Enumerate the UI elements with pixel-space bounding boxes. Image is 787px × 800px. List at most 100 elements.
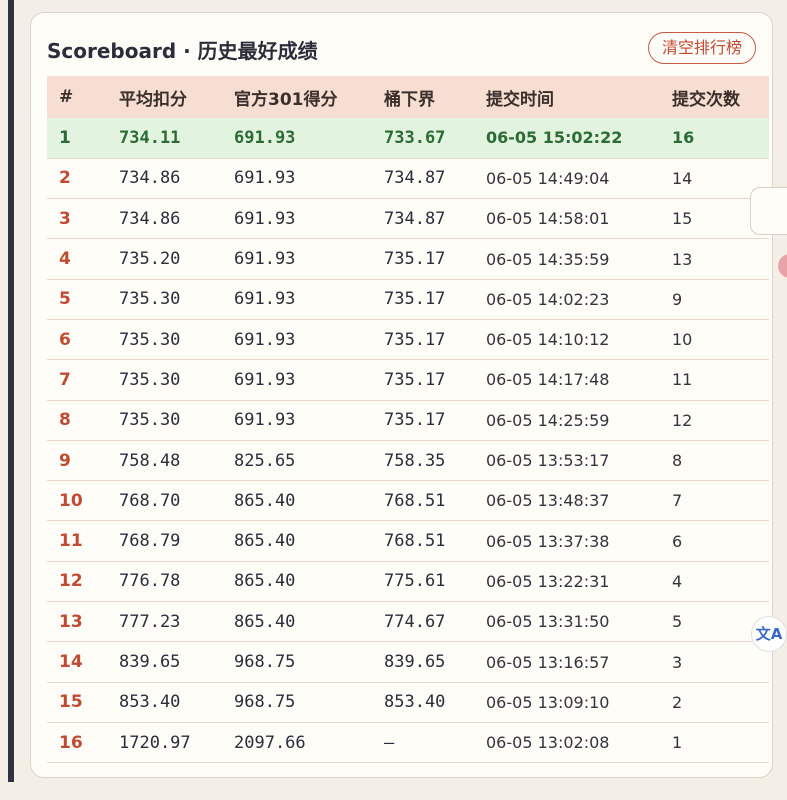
bucket-lower-bound-cell: 735.17	[384, 369, 446, 390]
table-row: 3 734.86 691.93 734.87 06-05 14:58:01 15	[47, 199, 769, 239]
bucket-lower-bound-cell: 774.67	[384, 611, 446, 632]
avg-deduction-cell: 735.30	[119, 329, 181, 350]
scoreboard-title: Scoreboard · 历史最好成绩	[47, 39, 318, 63]
submit-count-cell: 7	[672, 491, 683, 511]
avg-deduction-cell: 1720.97	[119, 732, 191, 753]
bucket-lower-bound-cell: 735.17	[384, 329, 446, 350]
official-score-cell: 691.93	[234, 127, 296, 148]
table-row: 8 735.30 691.93 735.17 06-05 14:25:59 12	[47, 400, 769, 441]
official-score-cell: 691.93	[234, 168, 296, 189]
submit-count-cell: 10	[672, 330, 693, 350]
left-sidebar-edge	[8, 0, 14, 782]
column-header-submit-count[interactable]: 提交次数	[672, 76, 769, 118]
column-header-bucket-lower-bound[interactable]: 桶下界	[384, 76, 486, 118]
table-row: 16 1720.97 2097.66 — 06-05 13:02:08 1	[47, 722, 769, 763]
official-score-cell: 691.93	[234, 208, 296, 229]
rank-cell: 1	[59, 127, 71, 148]
official-score-cell: 865.40	[234, 571, 296, 592]
rank-cell: 7	[59, 369, 71, 390]
submit-time-cell: 06-05 13:16:57	[486, 652, 610, 672]
table-row: 14 839.65 968.75 839.65 06-05 13:16:57 3	[47, 642, 769, 683]
submit-time-cell: 06-05 13:02:08	[486, 733, 610, 753]
bucket-lower-bound-cell: 853.40	[384, 692, 446, 713]
submit-count-cell: 16	[672, 128, 695, 148]
official-score-cell: 825.65	[234, 450, 296, 471]
official-score-cell: 2097.66	[234, 732, 306, 753]
scoreboard-table: # 平均扣分 官方301得分 桶下界 提交时间 提交次数 1 734.11 691.…	[47, 76, 769, 763]
table-row: 2 734.86 691.93 734.87 06-05 14:49:04 14	[47, 158, 769, 199]
submit-time-cell: 06-05 14:35:59	[486, 249, 610, 269]
table-row: 7 735.30 691.93 735.17 06-05 14:17:48 11	[47, 360, 769, 401]
bucket-lower-bound-cell: 775.61	[384, 571, 446, 592]
official-score-cell: 968.75	[234, 652, 296, 672]
avg-deduction-cell: 735.30	[119, 410, 181, 431]
table-row: 10 768.70 865.40 768.51 06-05 13:48:37 7	[47, 481, 769, 521]
submit-time-cell: 06-05 14:17:48	[486, 370, 610, 390]
official-score-cell: 691.93	[234, 329, 296, 350]
column-header-avg-deduction[interactable]: 平均扣分	[119, 76, 234, 118]
submit-count-cell: 11	[672, 370, 693, 390]
rank-cell: 15	[59, 692, 83, 713]
avg-deduction-cell: 734.86	[119, 168, 181, 189]
avg-deduction-cell: 758.48	[119, 450, 181, 471]
submit-time-cell: 06-05 13:53:17	[486, 451, 610, 471]
avg-deduction-cell: 734.86	[119, 208, 181, 229]
avg-deduction-cell: 776.78	[119, 571, 181, 592]
official-score-cell: 865.40	[234, 490, 296, 511]
avg-deduction-cell: 735.30	[119, 369, 181, 390]
column-header-submit-time[interactable]: 提交时间	[486, 76, 672, 118]
table-row: 12 776.78 865.40 775.61 06-05 13:22:31 4	[47, 561, 769, 602]
avg-deduction-cell: 735.20	[119, 249, 181, 270]
official-score-cell: 691.93	[234, 289, 296, 310]
submit-time-cell: 06-05 13:31:50	[486, 612, 610, 632]
avg-deduction-cell: 768.79	[119, 531, 181, 552]
submit-time-cell: 06-05 13:09:10	[486, 692, 610, 712]
official-score-cell: 691.93	[234, 410, 296, 431]
submit-count-cell: 12	[672, 410, 693, 430]
submit-time-cell: 06-05 13:22:31	[486, 571, 610, 591]
rank-cell: 3	[59, 208, 71, 229]
avg-deduction-cell: 735.30	[119, 289, 181, 310]
rank-cell: 12	[59, 571, 83, 592]
table-row: 15 853.40 968.75 853.40 06-05 13:09:10 2	[47, 682, 769, 723]
bucket-lower-bound-cell: —	[384, 732, 395, 753]
submit-time-cell: 06-05 14:02:23	[486, 289, 610, 309]
submit-count-cell: 9	[672, 289, 683, 309]
official-score-cell: 691.93	[234, 249, 296, 270]
submit-count-cell: 3	[672, 652, 683, 672]
avg-deduction-cell: 777.23	[119, 611, 181, 632]
table-header-row: # 平均扣分 官方301得分 桶下界 提交时间 提交次数	[47, 76, 769, 118]
column-header-official-score[interactable]: 官方301得分	[234, 76, 384, 118]
submit-time-cell: 06-05 14:49:04	[486, 168, 610, 188]
rank-cell: 6	[59, 329, 71, 350]
bucket-lower-bound-cell: 758.35	[384, 450, 446, 471]
table-row: 5 735.30 691.93 735.17 06-05 14:02:23 9	[47, 279, 769, 320]
submit-time-cell: 06-05 14:25:59	[486, 410, 610, 430]
submit-count-cell: 13	[672, 249, 693, 269]
rank-cell: 8	[59, 410, 71, 431]
translate-icon[interactable]: 文A	[751, 616, 787, 652]
table-row: 11 768.79 865.40 768.51 06-05 13:37:38 6	[47, 521, 769, 562]
side-avatar-icon[interactable]	[778, 254, 787, 278]
table-row: 1 734.11 691.93 733.67 06-05 15:02:22 16	[47, 118, 769, 159]
bucket-lower-bound-cell: 734.87	[384, 208, 446, 229]
submit-time-cell: 06-05 13:48:37	[486, 491, 610, 511]
avg-deduction-cell: 853.40	[119, 692, 181, 713]
official-score-cell: 691.93	[234, 369, 296, 390]
column-header-rank[interactable]: #	[47, 76, 119, 118]
bucket-lower-bound-cell: 733.67	[384, 127, 446, 148]
rank-cell: 14	[59, 652, 83, 672]
bucket-lower-bound-cell: 768.51	[384, 490, 446, 511]
side-panel-tab[interactable]	[750, 187, 787, 235]
rank-cell: 5	[59, 289, 71, 310]
rank-cell: 4	[59, 249, 71, 270]
scoreboard-card: Scoreboard · 历史最好成绩 清空排行榜 # 平均扣分 官方301得分…	[30, 12, 773, 778]
submit-time-cell: 06-05 15:02:22	[486, 128, 623, 148]
clear-leaderboard-button[interactable]: 清空排行榜	[648, 32, 756, 64]
avg-deduction-cell: 734.11	[119, 127, 181, 148]
submit-count-cell: 1	[672, 733, 683, 753]
avg-deduction-cell: 768.70	[119, 490, 181, 511]
submit-count-cell: 4	[672, 571, 683, 591]
rank-cell: 10	[59, 490, 83, 511]
submit-time-cell: 06-05 14:58:01	[486, 209, 610, 229]
